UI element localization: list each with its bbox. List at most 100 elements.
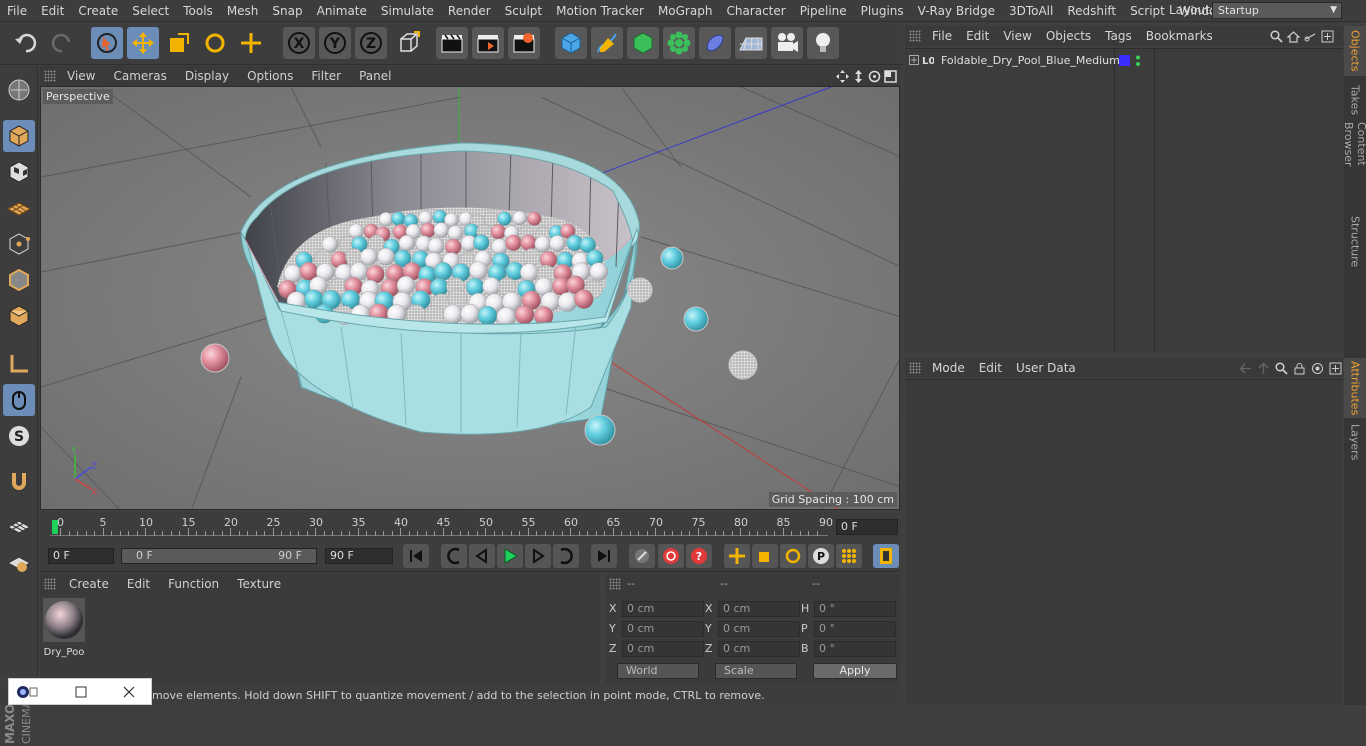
render-picture-viewer-button[interactable]: [472, 27, 504, 59]
cinema4d-app-icon[interactable]: [16, 685, 38, 699]
menu-plugins[interactable]: Plugins: [854, 0, 911, 22]
timeline-window-button[interactable]: [873, 544, 899, 568]
menu-animate[interactable]: Animate: [310, 0, 374, 22]
pan-view-icon[interactable]: [836, 69, 849, 83]
side-tab-takes[interactable]: Takes: [1344, 80, 1366, 120]
locked-workplane-button[interactable]: [3, 546, 35, 578]
expand-panel-icon[interactable]: [1329, 362, 1342, 375]
next-frame-button[interactable]: [525, 544, 551, 568]
rotate-tool-button[interactable]: [199, 27, 231, 59]
lock-icon[interactable]: [1293, 362, 1306, 375]
close-icon[interactable]: [123, 686, 135, 698]
layout-select[interactable]: Startup ▼: [1212, 2, 1342, 19]
render-view-button[interactable]: [436, 27, 468, 59]
attribute-menu-user-data[interactable]: User Data: [1009, 361, 1083, 375]
end-frame-field[interactable]: 90 F: [325, 548, 393, 564]
side-tab-attributes[interactable]: Attributes: [1344, 358, 1366, 418]
axis-mode-button[interactable]: [3, 348, 35, 380]
expand-panel-icon[interactable]: [1321, 30, 1334, 43]
subdivision-surface-button[interactable]: [627, 27, 659, 59]
visibility-dots-icon[interactable]: [1135, 54, 1141, 68]
key-scale-button[interactable]: [752, 544, 778, 568]
make-editable-button[interactable]: [3, 74, 35, 106]
cloner-button[interactable]: [663, 27, 695, 59]
previous-frame-button[interactable]: [469, 544, 495, 568]
search-icon[interactable]: [1270, 29, 1283, 43]
zoom-view-icon[interactable]: [852, 69, 865, 83]
material-menu-create[interactable]: Create: [60, 577, 118, 591]
up-arrow-icon[interactable]: [1257, 362, 1270, 375]
attribute-menu-mode[interactable]: Mode: [925, 361, 972, 375]
menu-sculpt[interactable]: Sculpt: [498, 0, 549, 22]
link-icon[interactable]: [1304, 30, 1317, 43]
layer-color-swatch[interactable]: [1119, 55, 1130, 66]
viewport-menu-cameras[interactable]: Cameras: [104, 69, 175, 83]
menu-edit[interactable]: Edit: [34, 0, 71, 22]
viewport-menu-view[interactable]: View: [58, 69, 104, 83]
viewport-menu-options[interactable]: Options: [238, 69, 302, 83]
viewport-menu-display[interactable]: Display: [176, 69, 238, 83]
z-axis-lock-button[interactable]: Z: [355, 27, 387, 59]
go-to-end-button[interactable]: [591, 544, 617, 568]
coord-value-field[interactable]: 0 cm: [718, 601, 800, 617]
3d-viewport[interactable]: Y Z X Perspective Grid Spacing : 100 cm: [40, 86, 900, 510]
maximize-icon[interactable]: [75, 686, 87, 698]
menu-character[interactable]: Character: [719, 0, 792, 22]
points-mode-button[interactable]: [3, 228, 35, 260]
object-menu-edit[interactable]: Edit: [959, 29, 996, 43]
coord-mode-dropdown[interactable]: Scale: [715, 663, 797, 679]
workplane-grid-button[interactable]: [3, 510, 35, 542]
light-button[interactable]: [807, 27, 839, 59]
magnet-button[interactable]: [3, 466, 35, 498]
timeline[interactable]: 0 5 10 15 20 25 30 35 40 45 50 55 60 65 70 75 80 85 90 0 F: [40, 512, 900, 540]
maximize-view-icon[interactable]: [884, 69, 897, 83]
attribute-menu-edit[interactable]: Edit: [972, 361, 1009, 375]
search-icon[interactable]: [1275, 361, 1288, 375]
tweak-mode-button[interactable]: [3, 384, 35, 416]
menu-create[interactable]: Create: [71, 0, 125, 22]
snapping-button[interactable]: S: [3, 420, 35, 452]
y-axis-lock-button[interactable]: Y: [319, 27, 351, 59]
key-parameter-button[interactable]: P: [808, 544, 834, 568]
key-rotation-button[interactable]: [780, 544, 806, 568]
auto-key-off-button[interactable]: [629, 544, 655, 568]
coord-value-field[interactable]: 0 cm: [718, 621, 800, 637]
menu-snap[interactable]: Snap: [265, 0, 309, 22]
menu-v-ray-bridge[interactable]: V-Ray Bridge: [911, 0, 1002, 22]
coord-space-dropdown[interactable]: World: [617, 663, 699, 679]
object-menu-view[interactable]: View: [996, 29, 1038, 43]
frame-range-slider[interactable]: 0 F 90 F: [121, 548, 317, 564]
menu-3dtoall[interactable]: 3DToAll: [1002, 0, 1060, 22]
menu-motion-tracker[interactable]: Motion Tracker: [549, 0, 651, 22]
side-tab-structure[interactable]: Structure: [1344, 214, 1366, 270]
object-menu-bookmarks[interactable]: Bookmarks: [1139, 29, 1220, 43]
go-to-start-button[interactable]: [403, 544, 429, 568]
cube-object-button[interactable]: [555, 27, 587, 59]
object-row[interactable]: L0 Foldable_Dry_Pool_Blue_Medium: [905, 53, 1165, 69]
key-pla-button[interactable]: [836, 544, 862, 568]
coord-value-field[interactable]: 0 cm: [718, 641, 800, 657]
side-tab-layers[interactable]: Layers: [1344, 422, 1366, 462]
side-tab-content-browser[interactable]: Content Browser: [1342, 122, 1366, 210]
x-axis-lock-button[interactable]: X: [283, 27, 315, 59]
coord-value-field[interactable]: 0 °: [814, 621, 896, 637]
play-button[interactable]: [497, 544, 523, 568]
record-button[interactable]: [658, 544, 684, 568]
viewport-menu-panel[interactable]: Panel: [350, 69, 400, 83]
timeline-ruler[interactable]: 0 5 10 15 20 25 30 35 40 45 50 55 60 65 70 75 80 85 90: [50, 516, 833, 536]
coord-value-field[interactable]: 0 cm: [622, 641, 704, 657]
rotate-view-icon[interactable]: [868, 70, 881, 83]
previous-key-button[interactable]: [441, 544, 467, 568]
viewport-menu-filter[interactable]: Filter: [302, 69, 350, 83]
undo-button[interactable]: [10, 27, 42, 59]
object-menu-objects[interactable]: Objects: [1039, 29, 1098, 43]
material-menu-edit[interactable]: Edit: [118, 577, 159, 591]
menu-script[interactable]: Script: [1123, 0, 1172, 22]
menu-pipeline[interactable]: Pipeline: [793, 0, 854, 22]
menu-simulate[interactable]: Simulate: [374, 0, 441, 22]
pen-spline-button[interactable]: [591, 27, 623, 59]
menu-redshift[interactable]: Redshift: [1060, 0, 1123, 22]
texture-mode-button[interactable]: [3, 156, 35, 188]
workplane-mode-button[interactable]: [3, 192, 35, 224]
coord-value-field[interactable]: 0 cm: [622, 601, 704, 617]
